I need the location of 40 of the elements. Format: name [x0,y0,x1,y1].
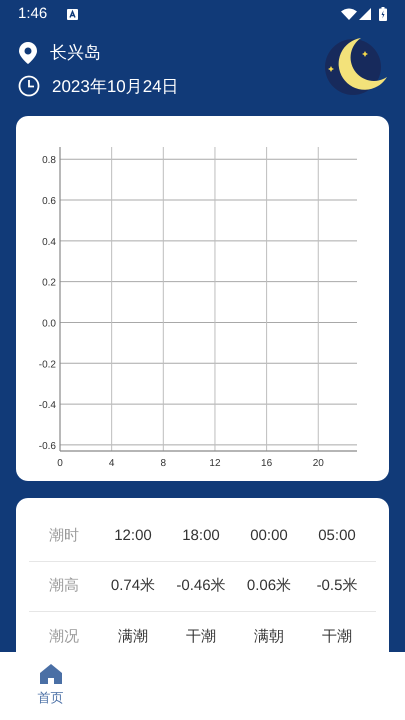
x-tick-label: 8 [160,458,166,469]
table-cell-text: 18:00 [181,526,221,546]
signal-icon [359,8,371,20]
y-tick-label: -0.2 [38,359,56,370]
status-time: 1:46 [18,4,48,24]
table-cell-text: 满潮 [117,626,149,647]
clock-icon [18,75,40,98]
wifi-icon [341,8,357,20]
x-tick-label: 12 [209,458,221,469]
row-label: 潮时 [48,526,80,546]
row-label: 潮况 [48,626,80,647]
y-tick-label: -0.4 [38,400,56,412]
home-icon [40,664,62,684]
x-tick-label: 20 [312,458,324,469]
battery-icon [379,7,387,21]
table-cell-text: 满朝 [253,626,285,647]
notification-icon [67,8,78,20]
y-tick-label: 0.2 [42,278,56,289]
x-tick-label: 0 [57,458,63,469]
location-name: 长兴岛 [50,42,101,64]
y-tick-label: -0.6 [38,440,56,452]
table-cell-text: 干潮 [185,626,217,647]
x-tick-label: 16 [261,458,272,469]
x-tick-label: 4 [108,458,114,469]
table-cell-text: 0.74米 [110,576,156,596]
location-pin-icon [18,42,38,64]
table-cell-text: 00:00 [249,526,289,546]
date-text: 2023年10月24日 [52,76,179,98]
y-tick-label: 0.4 [42,236,56,248]
y-tick-label: 0.6 [42,196,56,208]
y-tick-label: 0.8 [42,155,56,166]
table-cell-text: 0.06米 [246,576,292,596]
table-cell-text: 干潮 [321,626,353,647]
row-label: 潮高 [48,576,80,596]
moon-icon [323,36,389,96]
y-tick-label: 0.0 [42,318,56,330]
table-cell-text: -0.5米 [316,576,358,596]
table-cell-text: 05:00 [317,526,357,546]
table-cell-text: 12:00 [113,526,153,546]
table-cell-text: -0.46米 [175,576,227,596]
